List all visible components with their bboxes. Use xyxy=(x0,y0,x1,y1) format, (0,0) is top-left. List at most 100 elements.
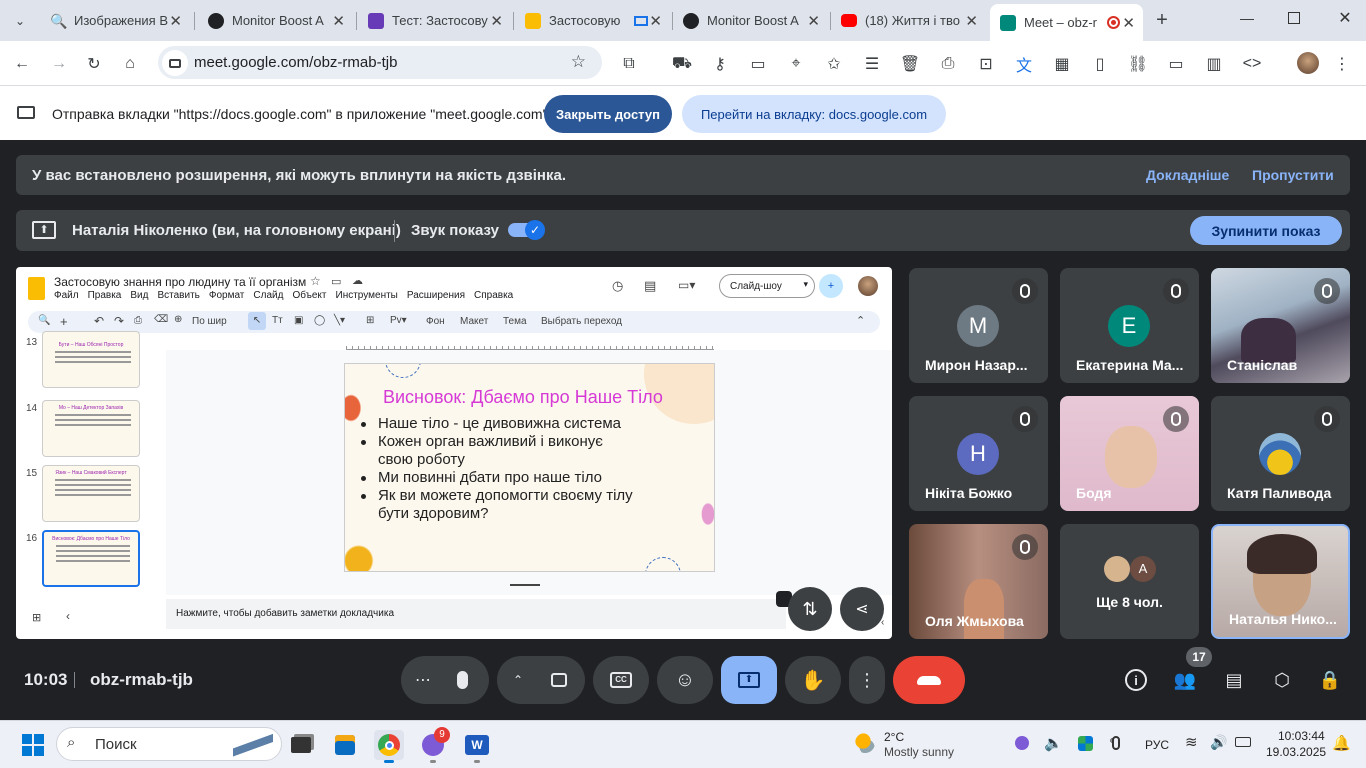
trash-icon[interactable]: 🗑 xyxy=(898,52,922,76)
present-now-button[interactable]: ⬆ xyxy=(721,656,777,704)
speaker-icon[interactable]: 🔈 xyxy=(1044,734,1063,752)
collapse-toolbar-icon[interactable]: ⌃ xyxy=(856,314,865,327)
move-folder-icon[interactable]: ▭ xyxy=(331,275,341,288)
more-options-button[interactable]: ⋮ xyxy=(849,656,885,704)
slideshow-dropdown-icon[interactable]: ▾ xyxy=(803,279,808,290)
comments-icon[interactable]: ▤ xyxy=(644,278,656,294)
bookmark-star-icon[interactable]: ☆ xyxy=(571,52,586,72)
text-box-icon[interactable]: Tт xyxy=(272,315,283,326)
print-icon[interactable]: ⎙ xyxy=(134,315,142,326)
minimize-button[interactable]: — xyxy=(1237,10,1257,30)
close-tab-icon[interactable]: ✕ xyxy=(807,12,820,30)
participant-tile[interactable]: Станіслав xyxy=(1211,268,1350,383)
meeting-info-icon[interactable]: i xyxy=(1125,669,1147,691)
participant-tile[interactable]: Е Екатерина Ма... xyxy=(1060,268,1199,383)
notes-resize-handle[interactable] xyxy=(510,584,540,586)
menu-extensions[interactable]: Расширения xyxy=(407,290,465,301)
share-options-button[interactable]: ⋖ xyxy=(840,587,884,631)
dismiss-link[interactable]: Пропустити xyxy=(1252,167,1334,183)
home-icon[interactable]: ⌂ xyxy=(118,52,142,76)
slideshow-button[interactable]: Слайд-шоу ▾ xyxy=(719,274,815,298)
link-icon[interactable]: ⛓ xyxy=(1126,52,1150,76)
meet-video-icon[interactable]: ▭▾ xyxy=(678,278,695,292)
reload-icon[interactable]: ↻ xyxy=(82,52,106,76)
slide-thumbnail-15[interactable]: Язик – Наш Смаковий Експерт xyxy=(42,465,140,522)
captions-button[interactable]: CC xyxy=(593,656,649,704)
defender-icon[interactable] xyxy=(1078,736,1093,751)
car-icon[interactable]: ⛟ xyxy=(670,52,694,76)
switch-to-tab-button[interactable]: Перейти на вкладку: docs.google.com xyxy=(682,95,946,133)
chrome-icon[interactable] xyxy=(374,730,404,760)
new-tab-button[interactable]: + xyxy=(1150,8,1174,32)
back-icon[interactable]: ← xyxy=(10,52,34,76)
battery-icon[interactable] xyxy=(1235,737,1251,747)
menu-dots-icon[interactable]: ⋮ xyxy=(1330,52,1354,76)
menu-help[interactable]: Справка xyxy=(474,290,513,301)
viber-tray-icon[interactable] xyxy=(1015,736,1029,750)
theme-button[interactable]: Тема xyxy=(503,316,527,327)
redo-icon[interactable]: ↷ xyxy=(114,314,124,328)
cursor-icon[interactable]: ↖ xyxy=(248,312,266,330)
reading-list-icon[interactable]: ☰ xyxy=(860,52,884,76)
activities-icon[interactable]: ⬡ xyxy=(1269,667,1295,693)
menu-format[interactable]: Формат xyxy=(209,290,245,301)
weather-icon[interactable] xyxy=(855,733,875,753)
more-participants-tile[interactable]: A Ще 8 чол. xyxy=(1060,524,1199,639)
mic-tray-icon[interactable] xyxy=(1112,736,1120,750)
slide-thumbnail-13[interactable]: Бути – Наш Обсяні Простор xyxy=(42,331,140,388)
tab-4[interactable]: Monitor Boost A ✕ xyxy=(673,6,828,35)
current-slide[interactable]: Висновок: Дбаємо про Наше Тіло Наше тіло… xyxy=(344,363,715,572)
stop-presenting-button[interactable]: Зупинити показ xyxy=(1190,216,1342,245)
menu-insert[interactable]: Вставить xyxy=(157,290,199,301)
key-icon[interactable]: ⚷ xyxy=(708,52,732,76)
slide-thumbnail-14[interactable]: Мо – Наш Детектор Запахів xyxy=(42,400,140,457)
card-icon[interactable]: ▭ xyxy=(746,52,770,76)
zoom-icon[interactable]: ⊕ xyxy=(174,314,182,325)
image-icon[interactable]: ▣ xyxy=(294,315,303,326)
close-tab-icon[interactable]: ✕ xyxy=(332,12,345,30)
close-window-button[interactable]: ✕ xyxy=(1335,8,1355,28)
menu-slide[interactable]: Слайд xyxy=(253,290,283,301)
word-icon[interactable]: W xyxy=(462,730,492,760)
reader-icon[interactable]: ▯ xyxy=(1088,52,1112,76)
restore-button[interactable] xyxy=(1288,12,1300,24)
account-avatar[interactable] xyxy=(858,276,878,296)
people-icon[interactable]: 👥 xyxy=(1172,667,1198,693)
line-icon[interactable]: ╲▾ xyxy=(334,315,345,326)
screenshot-icon[interactable]: ⊡ xyxy=(974,52,998,76)
translate-icon[interactable]: 文 xyxy=(1012,52,1036,76)
menu-view[interactable]: Вид xyxy=(130,290,148,301)
taskbar-search-box[interactable]: ⌕ Поиск xyxy=(56,727,282,761)
chat-icon[interactable]: ▤ xyxy=(1221,667,1247,693)
participant-tile[interactable]: Катя Паливода xyxy=(1211,396,1350,511)
raise-hand-button[interactable]: ✋ xyxy=(785,656,841,704)
layout-button[interactable]: Макет xyxy=(460,316,488,327)
clock-time[interactable]: 10:03:44 xyxy=(1278,729,1325,743)
forward-icon[interactable]: → xyxy=(47,52,71,76)
close-tab-icon[interactable]: ✕ xyxy=(169,12,182,30)
close-tab-icon[interactable]: ✕ xyxy=(490,12,503,30)
slide-thumbnail-16-selected[interactable]: Висновок: Дбаємо про Наше Тіло xyxy=(42,530,140,587)
tab-5[interactable]: (18) Життя і тво ✕ xyxy=(831,6,986,35)
windows-start-icon[interactable] xyxy=(18,730,48,760)
stop-sharing-button[interactable]: Закрыть доступ xyxy=(544,95,672,133)
search-menu-icon[interactable]: 🔍 xyxy=(38,315,50,326)
notifications-bell-icon[interactable]: 🔔 xyxy=(1332,734,1351,752)
menu-tools[interactable]: Инструменты xyxy=(336,290,398,301)
tab-1[interactable]: Monitor Boost A ✕ xyxy=(198,6,353,35)
clock-date[interactable]: 19.03.2025 xyxy=(1266,745,1326,759)
ms-store-icon[interactable] xyxy=(330,730,360,760)
extension-icon[interactable]: ⧉ xyxy=(617,52,641,76)
menu-file[interactable]: Файл xyxy=(54,290,79,301)
participant-tile[interactable]: Оля Жмыхова xyxy=(909,524,1048,639)
undo-icon[interactable]: ↶ xyxy=(94,314,104,328)
participant-tile[interactable]: М Мирон Назар... xyxy=(909,268,1048,383)
volume-icon[interactable]: 🔊 xyxy=(1210,734,1227,751)
participant-tile[interactable]: Бодя xyxy=(1060,396,1199,511)
location-icon[interactable]: ⌖ xyxy=(784,52,808,76)
doc-star-icon[interactable]: ☆ xyxy=(310,274,321,288)
wifi-icon[interactable]: ≋ xyxy=(1185,733,1198,751)
new-slide-icon[interactable]: + xyxy=(60,314,68,329)
input-tools-icon[interactable]: Рv▾ xyxy=(390,315,407,326)
menu-edit[interactable]: Правка xyxy=(88,290,122,301)
